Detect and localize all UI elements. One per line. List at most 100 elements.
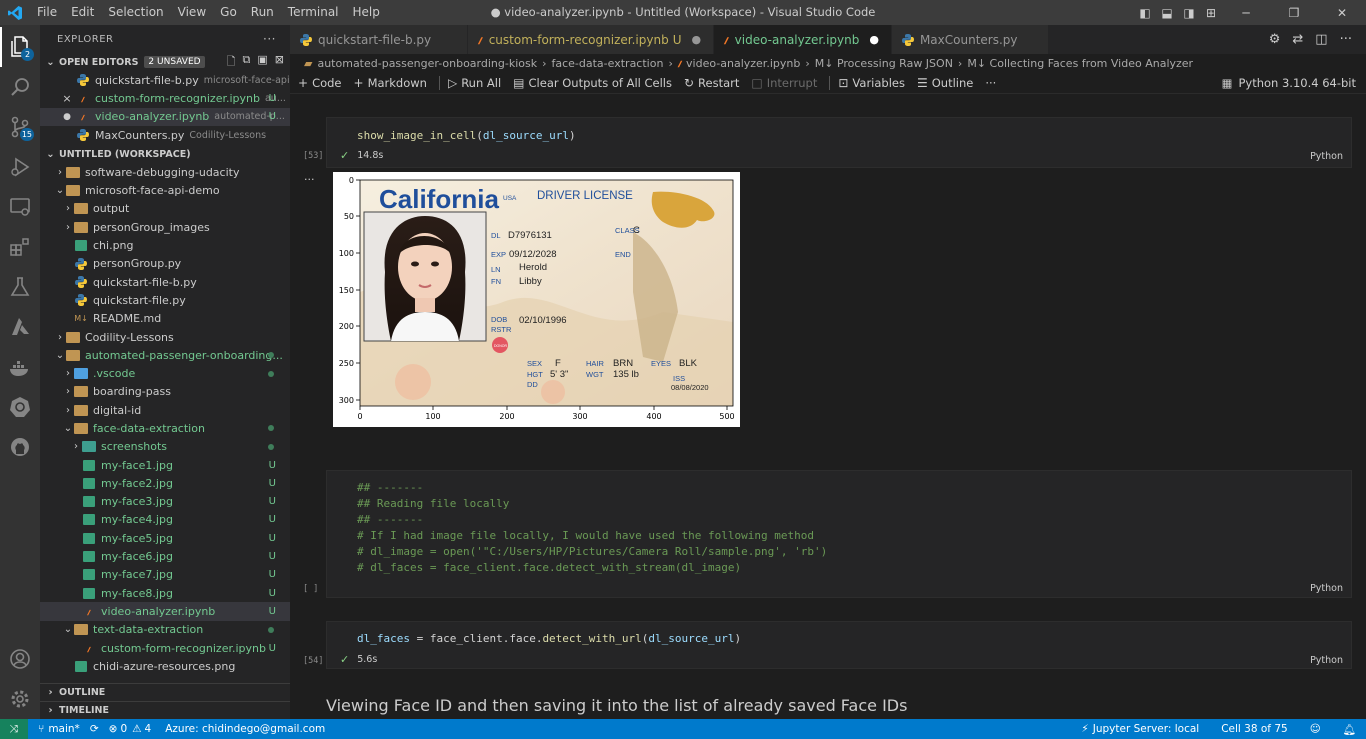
menu-view[interactable]: View [171,0,213,25]
cell-language[interactable]: Python [1310,655,1343,666]
close-window-icon[interactable]: ✕ [1319,6,1365,20]
clear-outputs-button[interactable]: ▤ Clear Outputs of All Cells [513,76,672,90]
markdown-heading[interactable]: Viewing Face ID and then saving it into … [326,696,907,715]
code-cell[interactable]: show_image_in_cell(dl_source_url) Python [326,117,1352,168]
run-debug-icon[interactable] [0,147,40,187]
remote-explorer-icon[interactable] [0,187,40,227]
search-icon[interactable] [0,67,40,107]
explorer-more-icon[interactable]: ··· [263,32,276,46]
tree-folder[interactable]: › digital-id [40,401,290,419]
output-more-icon[interactable]: ··· [304,173,315,186]
extensions-icon[interactable] [0,227,40,267]
outline-section[interactable]: › OUTLINE [40,683,290,701]
breadcrumb-item[interactable]: M↓ Collecting Faces from Video Analyzer [967,57,1193,70]
tree-folder[interactable]: ⌄ face-data-extraction [40,419,290,437]
toolbar-more-button[interactable]: ··· [985,76,996,90]
cell-position[interactable]: Cell 38 of 75 [1221,723,1287,735]
tree-folder[interactable]: › software-debugging-udacity [40,163,290,181]
tree-folder[interactable]: › screenshots [40,438,290,456]
tree-folder[interactable]: › .vscode [40,364,290,382]
tree-folder[interactable]: › boarding-pass [40,383,290,401]
breadcrumb-item[interactable]: face-data-extraction [552,57,664,70]
menu-edit[interactable]: Edit [64,0,101,25]
close-editor-icon[interactable]: × [60,92,74,105]
jupyter-server[interactable]: ⚡ Jupyter Server: local [1081,723,1199,735]
account-icon[interactable] [0,639,40,679]
tree-folder[interactable]: › personGroup_images [40,218,290,236]
azure-icon[interactable] [0,307,40,347]
testing-icon[interactable] [0,267,40,307]
remote-indicator-icon[interactable]: ⤨ [0,719,28,739]
tree-folder[interactable]: ⌄ automated-passenger-onboarding... [40,346,290,364]
add-code-button[interactable]: + Code [298,76,342,90]
run-all-button[interactable]: ▷ Run All [448,76,501,90]
split-editor-icon[interactable]: ◫ [1315,32,1327,47]
outline-button[interactable]: ☰ Outline [917,76,973,90]
tab-maxcounters[interactable]: MaxCounters.py [891,25,1049,54]
restore-icon[interactable]: ❐ [1271,6,1317,20]
cell-code[interactable]: dl_faces = face_client.face.detect_with_… [327,622,1351,647]
tree-file[interactable]: my-face3.jpg U [40,493,290,511]
breadcrumb-item[interactable]: M↓ Processing Raw JSON [815,57,953,70]
feedback-icon[interactable]: ☺ [1310,723,1321,735]
tree-file[interactable]: chidi-azure-resources.png [40,657,290,675]
cell-language[interactable]: Python [1310,151,1343,162]
github-icon[interactable] [0,427,40,467]
unsaved-dot-icon[interactable]: ● [691,33,701,46]
tree-file[interactable]: quickstart-file-b.py [40,273,290,291]
docker-icon[interactable] [0,347,40,387]
code-cell[interactable]: dl_faces = face_client.face.detect_with_… [326,621,1352,669]
tree-file[interactable]: my-face1.jpg U [40,456,290,474]
tree-file[interactable]: ⳇ video-analyzer.ipynb U [40,602,290,621]
open-editors-section[interactable]: ⌄ OPEN EDITORS 2 UNSAVED 🗋 ⧉ ▣ ⊠ [40,53,290,71]
unsaved-dot-icon[interactable]: ● [60,112,74,122]
menu-run[interactable]: Run [244,0,281,25]
kubernetes-icon[interactable] [0,387,40,427]
tree-file[interactable]: my-face5.jpg U [40,529,290,547]
open-editor-item[interactable]: ● ⳇ video-analyzer.ipynb automated-p... … [40,107,290,126]
source-control-icon[interactable]: 15 [0,107,40,147]
unsaved-dot-icon[interactable]: ● [869,33,879,46]
variables-button[interactable]: ⊡ Variables [838,76,905,90]
kernel-picker[interactable]: ▦ Python 3.10.4 64-bit [1222,76,1356,90]
cell-code[interactable]: show_image_in_cell(dl_source_url) [327,118,1351,144]
tab-video-analyzer[interactable]: ⳇ video-analyzer.ipynb ● [714,25,892,54]
tree-file[interactable]: my-face8.jpg U [40,584,290,602]
menu-help[interactable]: Help [346,0,387,25]
tree-file[interactable]: chi.png [40,236,290,254]
restart-button[interactable]: ↻ Restart [684,76,739,90]
tab-custom-form-recognizer[interactable]: ⳇ custom-form-recognizer.ipynb U ● [468,25,715,54]
code-cell[interactable]: ## ------- ## Reading file locally ## ----… [326,470,1352,598]
notifications-bell-icon[interactable]: 🔔︎ [1343,723,1356,736]
compare-icon[interactable]: ⇄ [1292,32,1303,47]
tree-file[interactable]: my-face6.jpg U [40,547,290,565]
tree-file[interactable]: quickstart-file.py [40,291,290,309]
toggle-secondary-sidebar-icon[interactable]: ◨ [1179,6,1199,20]
interrupt-button[interactable]: □ Interrupt [751,76,817,90]
tree-folder[interactable]: › output [40,200,290,218]
tree-file[interactable]: ⳇ custom-form-recognizer.ipynb U [40,639,290,657]
new-untitled-file-icon[interactable]: 🗋 [227,53,236,72]
tree-folder[interactable]: ⌄ text-data-extraction [40,621,290,639]
open-editor-item[interactable]: × ⳇ custom-form-recognizer.ipynb au... U [40,89,290,107]
close-all-icon[interactable]: ⊠ [275,53,284,72]
breadcrumb-item[interactable]: video-analyzer.ipynb [686,57,800,70]
customize-layout-icon[interactable]: ⊞ [1201,6,1221,20]
toggle-panel-icon[interactable]: ⬓ [1157,6,1177,20]
menu-go[interactable]: Go [213,0,244,25]
tree-file[interactable]: my-face4.jpg U [40,511,290,529]
menu-selection[interactable]: Selection [101,0,170,25]
toggle-sidebar-icon[interactable]: ◧ [1135,6,1155,20]
open-editor-item[interactable]: quickstart-file-b.py microsoft-face-api-… [40,71,290,89]
add-markdown-button[interactable]: + Markdown [354,76,427,90]
tree-file[interactable]: personGroup.py [40,255,290,273]
explorer-icon[interactable]: 2 [0,27,40,67]
open-editor-item[interactable]: MaxCounters.py Codility-Lessons [40,126,290,144]
save-all-icon[interactable]: ▣ [257,53,267,72]
git-branch[interactable]: ⑂ main* [38,723,80,735]
problems-indicator[interactable]: ⊗ 0 ⚠ 4 [109,723,152,735]
tree-file[interactable]: my-face7.jpg U [40,566,290,584]
sync-icon[interactable]: ⟳ [90,723,99,735]
cell-language[interactable]: Python [1310,583,1343,594]
menu-file[interactable]: File [30,0,64,25]
